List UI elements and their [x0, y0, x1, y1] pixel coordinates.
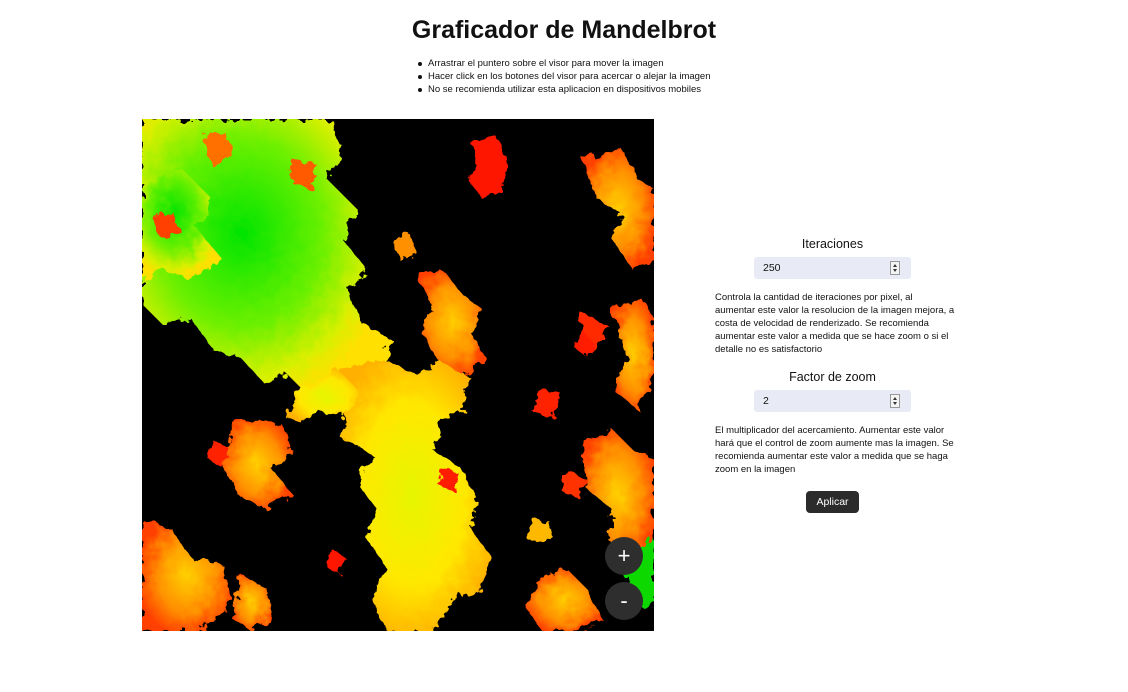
zoom-factor-description: El multiplicador del acercamiento. Aumen…: [715, 425, 954, 475]
zoom-in-button[interactable]: +: [605, 537, 643, 575]
iterations-value: 250: [763, 262, 781, 274]
iterations-input[interactable]: 250: [754, 257, 911, 279]
iterations-label: Iteraciones: [801, 237, 864, 251]
zoom-factor-input[interactable]: 2: [754, 390, 911, 412]
instruction-item: Hacer click en los botones del visor par…: [416, 70, 711, 83]
instruction-item: Arrastrar el puntero sobre el visor para…: [416, 57, 711, 70]
fractal-image: [142, 119, 654, 631]
zoom-factor-label: Factor de zoom: [789, 370, 876, 384]
fractal-viewer[interactable]: [142, 119, 654, 631]
page-title: Graficador de Mandelbrot: [411, 16, 717, 44]
instruction-item: No se recomienda utilizar esta aplicacio…: [416, 83, 711, 96]
iterations-description: Controla la cantidad de iteraciones por …: [715, 292, 955, 355]
zoom-out-button[interactable]: -: [605, 582, 643, 620]
zoom-factor-value: 2: [763, 395, 769, 407]
zoom-factor-stepper[interactable]: [890, 394, 900, 408]
iterations-stepper[interactable]: [890, 261, 900, 275]
apply-button[interactable]: Aplicar: [806, 491, 859, 513]
instructions-list: Arrastrar el puntero sobre el visor para…: [416, 57, 711, 96]
